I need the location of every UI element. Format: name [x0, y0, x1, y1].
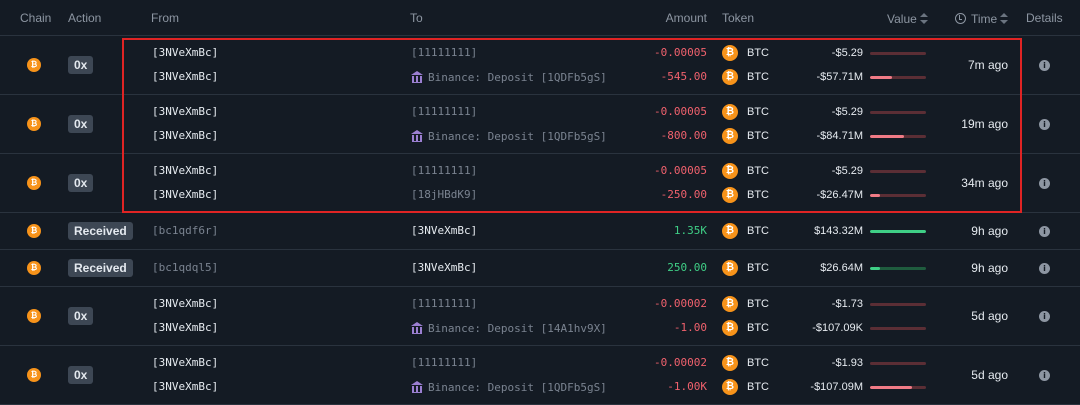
btc-token-icon: ₿ — [722, 320, 738, 336]
sort-icon — [919, 13, 928, 25]
info-icon[interactable]: i — [1039, 226, 1050, 237]
usd-value: -$107.09K — [812, 322, 863, 334]
value-bar — [870, 362, 926, 365]
from-address[interactable]: [bc1qdql5] — [152, 261, 218, 274]
table-row[interactable]: ₿ Received [bc1qdql5] [3NVeXmBc] 250.00 ₿ BTC $… — [0, 250, 1080, 287]
value-bar — [870, 327, 926, 330]
header-amount: Amount — [665, 11, 707, 25]
header-to: To — [410, 11, 423, 25]
to-address-label: Binance: Deposit [1QDFb5gS] — [428, 381, 607, 394]
value-bar — [870, 386, 926, 389]
to-address-label: [3NVeXmBc] — [411, 224, 478, 237]
btc-chain-icon: ₿ — [27, 309, 41, 323]
btc-chain-icon: ₿ — [27, 58, 41, 72]
header-time: Time — [971, 12, 998, 26]
header-token: Token — [722, 11, 755, 25]
action-badge: 0x — [68, 366, 94, 384]
table-row[interactable]: ₿ 0x [3NVeXmBc] [11111111] -0.00002 ₿ BTC -$1.7… — [0, 287, 1080, 346]
amount: 250.00 — [667, 261, 707, 274]
btc-chain-icon: ₿ — [27, 261, 41, 275]
exchange-icon — [411, 381, 423, 393]
action-badge: 0x — [68, 174, 94, 192]
btc-chain-icon: ₿ — [27, 368, 41, 382]
action-badge: Received — [68, 259, 133, 277]
action-badge: Received — [68, 222, 133, 240]
to-address-label: Binance: Deposit [14A1hv9X] — [428, 322, 607, 335]
from-address[interactable]: [3NVeXmBc] — [152, 380, 218, 393]
value-bar-fill — [870, 230, 926, 233]
highlight-box — [122, 38, 1022, 213]
info-icon[interactable]: i — [1039, 370, 1050, 381]
header-action: Action — [68, 11, 102, 25]
to-address[interactable]: [3NVeXmBc] — [411, 224, 477, 237]
table-header: Chain Action From To Amount Token Value … — [0, 0, 1080, 36]
usd-value: $26.64M — [820, 262, 863, 274]
header-value-sort[interactable]: Value — [887, 11, 928, 26]
to-address-label: [11111111] — [411, 297, 478, 310]
btc-chain-icon: ₿ — [27, 117, 41, 131]
time-ago: 9h ago — [971, 261, 1008, 275]
to-address[interactable]: [11111111] — [411, 356, 477, 369]
amount: 1.35K — [673, 224, 707, 237]
time-ago: 9h ago — [971, 224, 1008, 238]
value-bar — [870, 230, 926, 233]
to-address[interactable]: [3NVeXmBc] — [411, 261, 477, 274]
clock-icon — [955, 13, 966, 24]
exchange-icon — [411, 322, 423, 334]
from-address[interactable]: [3NVeXmBc] — [152, 297, 218, 310]
usd-value: -$1.93 — [831, 357, 863, 369]
info-icon[interactable]: i — [1039, 178, 1050, 189]
amount: -1.00 — [673, 321, 707, 334]
action-badge: 0x — [68, 307, 94, 325]
value-bar — [870, 267, 926, 270]
amount: -0.00002 — [654, 297, 707, 310]
to-address-label: [11111111] — [411, 356, 478, 369]
usd-value: $143.32M — [814, 225, 863, 237]
table-row[interactable]: ₿ Received [bc1qdf6r] [3NVeXmBc] 1.35K ₿ BTC $1… — [0, 213, 1080, 250]
amount: -0.00002 — [654, 356, 707, 369]
token-symbol[interactable]: BTC — [747, 298, 769, 310]
info-icon[interactable]: i — [1039, 119, 1050, 130]
header-chain: Chain — [20, 11, 52, 25]
token-symbol[interactable]: BTC — [747, 225, 769, 237]
time-ago: 5d ago — [971, 309, 1008, 323]
token-symbol[interactable]: BTC — [747, 322, 769, 334]
usd-value: -$107.09M — [810, 381, 863, 393]
value-bar-fill — [870, 386, 912, 389]
header-details: Details — [1026, 11, 1063, 25]
action-badge: 0x — [68, 115, 94, 133]
btc-token-icon: ₿ — [722, 355, 738, 371]
usd-value: -$1.73 — [831, 298, 863, 310]
info-icon[interactable]: i — [1039, 311, 1050, 322]
sort-icon — [1000, 13, 1009, 25]
to-address-label: [3NVeXmBc] — [411, 261, 478, 274]
token-symbol[interactable]: BTC — [747, 357, 769, 369]
header-value: Value — [887, 12, 917, 26]
to-address[interactable]: Binance: Deposit [1QDFb5gS] — [411, 380, 607, 394]
btc-token-icon: ₿ — [722, 379, 738, 395]
time-ago: 5d ago — [971, 368, 1008, 382]
to-address[interactable]: Binance: Deposit [14A1hv9X] — [411, 321, 607, 335]
btc-token-icon: ₿ — [722, 260, 738, 276]
token-symbol[interactable]: BTC — [747, 381, 769, 393]
value-bar — [870, 303, 926, 306]
btc-token-icon: ₿ — [722, 296, 738, 312]
from-address[interactable]: [3NVeXmBc] — [152, 321, 218, 334]
value-bar-fill — [870, 267, 881, 270]
from-address[interactable]: [3NVeXmBc] — [152, 356, 218, 369]
table-row[interactable]: ₿ 0x [3NVeXmBc] [11111111] -0.00002 ₿ BTC -$1.9… — [0, 346, 1080, 405]
info-icon[interactable]: i — [1039, 60, 1050, 71]
amount: -1.00K — [667, 380, 707, 393]
from-address[interactable]: [bc1qdf6r] — [152, 224, 218, 237]
token-symbol[interactable]: BTC — [747, 262, 769, 274]
btc-chain-icon: ₿ — [27, 224, 41, 238]
to-address[interactable]: [11111111] — [411, 297, 477, 310]
btc-chain-icon: ₿ — [27, 176, 41, 190]
btc-token-icon: ₿ — [722, 223, 738, 239]
header-from: From — [151, 11, 179, 25]
header-time-sort[interactable]: Time — [955, 11, 1009, 26]
info-icon[interactable]: i — [1039, 263, 1050, 274]
action-badge: 0x — [68, 56, 94, 74]
